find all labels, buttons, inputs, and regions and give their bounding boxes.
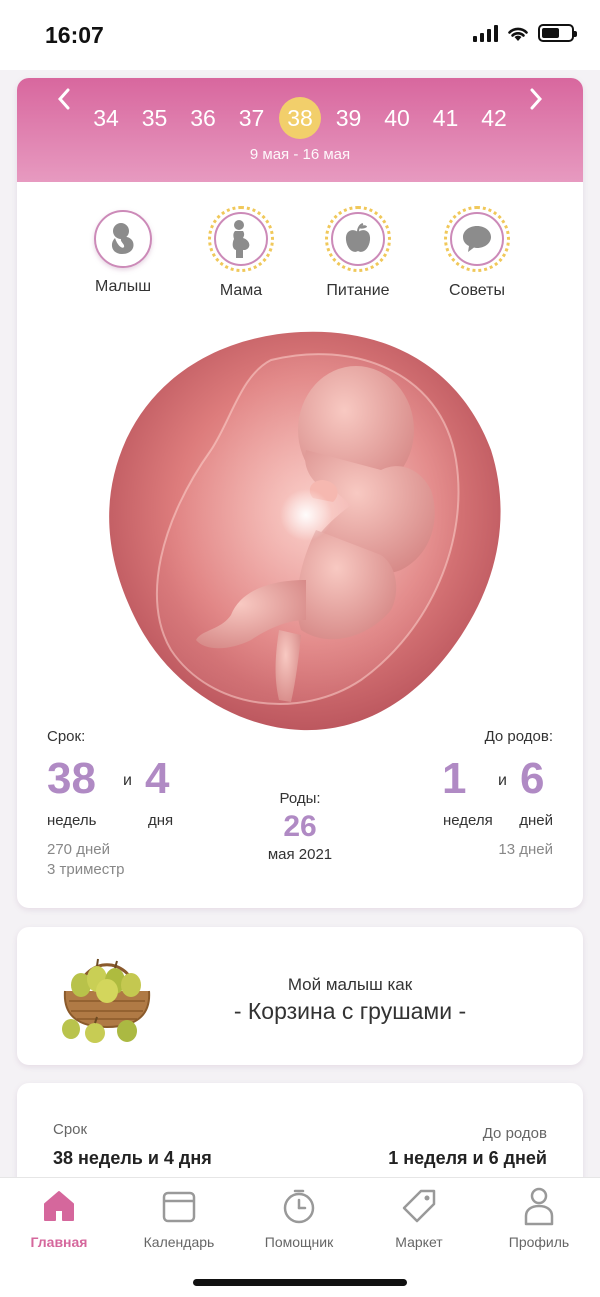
term-label: Срок: [47, 728, 86, 745]
week-item[interactable]: 35 [134, 97, 176, 139]
week-item[interactable]: 40 [376, 97, 418, 139]
tab-label: Питание [326, 282, 390, 299]
tab-tips[interactable]: Советы [422, 206, 532, 300]
nav-label: Помощник [264, 1234, 334, 1250]
summary-remaining-value: 1 неделя и 6 дней [388, 1148, 547, 1168]
nav-label: Маркет [395, 1234, 443, 1250]
week-item[interactable]: 37 [231, 97, 273, 139]
week-date-range: 9 мая - 16 мая [249, 146, 351, 163]
baby-size-title: - Корзина с грушами - [233, 998, 467, 1024]
timer-icon [283, 1189, 315, 1224]
nav-label: Календарь [143, 1234, 215, 1250]
nav-calendar[interactable]: Календарь [124, 1186, 234, 1250]
home-indicator[interactable] [193, 1279, 407, 1286]
week-item[interactable]: 41 [425, 97, 467, 139]
nav-profile[interactable]: Профиль [484, 1186, 594, 1250]
battery-icon [538, 24, 577, 42]
nav-market[interactable]: Маркет [364, 1186, 474, 1250]
baby-size-card[interactable]: Мой малыш как - Корзина с грушами - [17, 927, 583, 1065]
nav-assistant[interactable]: Помощник [244, 1186, 354, 1250]
remaining-weeks-unit: неделя [443, 812, 493, 829]
home-icon [44, 1191, 74, 1221]
status-icons [473, 24, 577, 42]
status-time: 16:07 [45, 22, 104, 48]
week-item[interactable]: 36 [182, 97, 224, 139]
pear-basket-image [62, 958, 151, 1043]
pregnant-woman-icon [232, 220, 250, 258]
nav-label: Профиль [508, 1234, 570, 1250]
tab-label: Малыш [94, 278, 152, 295]
summary-term-value: 38 недель и 4 дня [53, 1148, 212, 1168]
pregnancy-card: 34 35 36 37 38 39 40 41 42 9 мая - 16 ма… [17, 78, 583, 908]
chevron-right-icon [530, 88, 543, 110]
week-item-active[interactable]: 38 [279, 97, 321, 139]
remaining-weeks: 1 [442, 754, 467, 803]
pregnancy-stats: Срок: 38 и 4 недель дня 270 дней 3 триме… [17, 728, 583, 888]
remaining-label: До родов: [484, 728, 553, 745]
wifi-icon [508, 27, 528, 41]
tag-icon [402, 1189, 436, 1223]
profile-icon [524, 1187, 554, 1226]
signal-icon [473, 24, 498, 42]
remaining-days-unit: дней [519, 812, 553, 829]
tab-mom[interactable]: Мама [186, 206, 296, 300]
next-week-button[interactable] [529, 84, 543, 118]
remaining-days: 6 [520, 754, 545, 803]
term-trimester: 3 триместр [47, 861, 125, 878]
birth-label: Роды: [279, 790, 321, 807]
apple-icon [345, 223, 371, 252]
week-list: 34 35 36 37 38 39 40 41 42 [85, 97, 515, 139]
remaining-and: и [498, 772, 507, 789]
tab-label: Мама [219, 282, 263, 299]
summary-term-label: Срок [53, 1121, 88, 1138]
status-bar: 16:07 [0, 0, 600, 70]
baby-size-subtitle: Мой малыш как [287, 975, 413, 994]
calendar-icon [162, 1191, 196, 1223]
tab-baby[interactable]: Малыш [68, 206, 178, 296]
week-selector: 34 35 36 37 38 39 40 41 42 9 мая - 16 ма… [17, 78, 583, 182]
nav-home[interactable]: Главная [4, 1186, 114, 1250]
week-item[interactable]: 34 [85, 97, 127, 139]
week-item[interactable]: 42 [473, 97, 515, 139]
tab-nutrition[interactable]: Питание [303, 206, 413, 300]
summary-remaining-label: До родов [482, 1125, 547, 1142]
week-item[interactable]: 39 [328, 97, 370, 139]
term-and: и [123, 772, 132, 789]
birth-day: 26 [283, 810, 317, 843]
tab-label: Советы [449, 282, 505, 299]
speech-bubble-icon [463, 226, 491, 252]
nav-label: Главная [30, 1234, 88, 1250]
fetus-illustration [101, 330, 501, 732]
baby-icon [111, 223, 134, 254]
category-tabs: Малыш Мама Питание Советы [17, 206, 583, 306]
remaining-total-days: 13 дней [498, 841, 553, 858]
